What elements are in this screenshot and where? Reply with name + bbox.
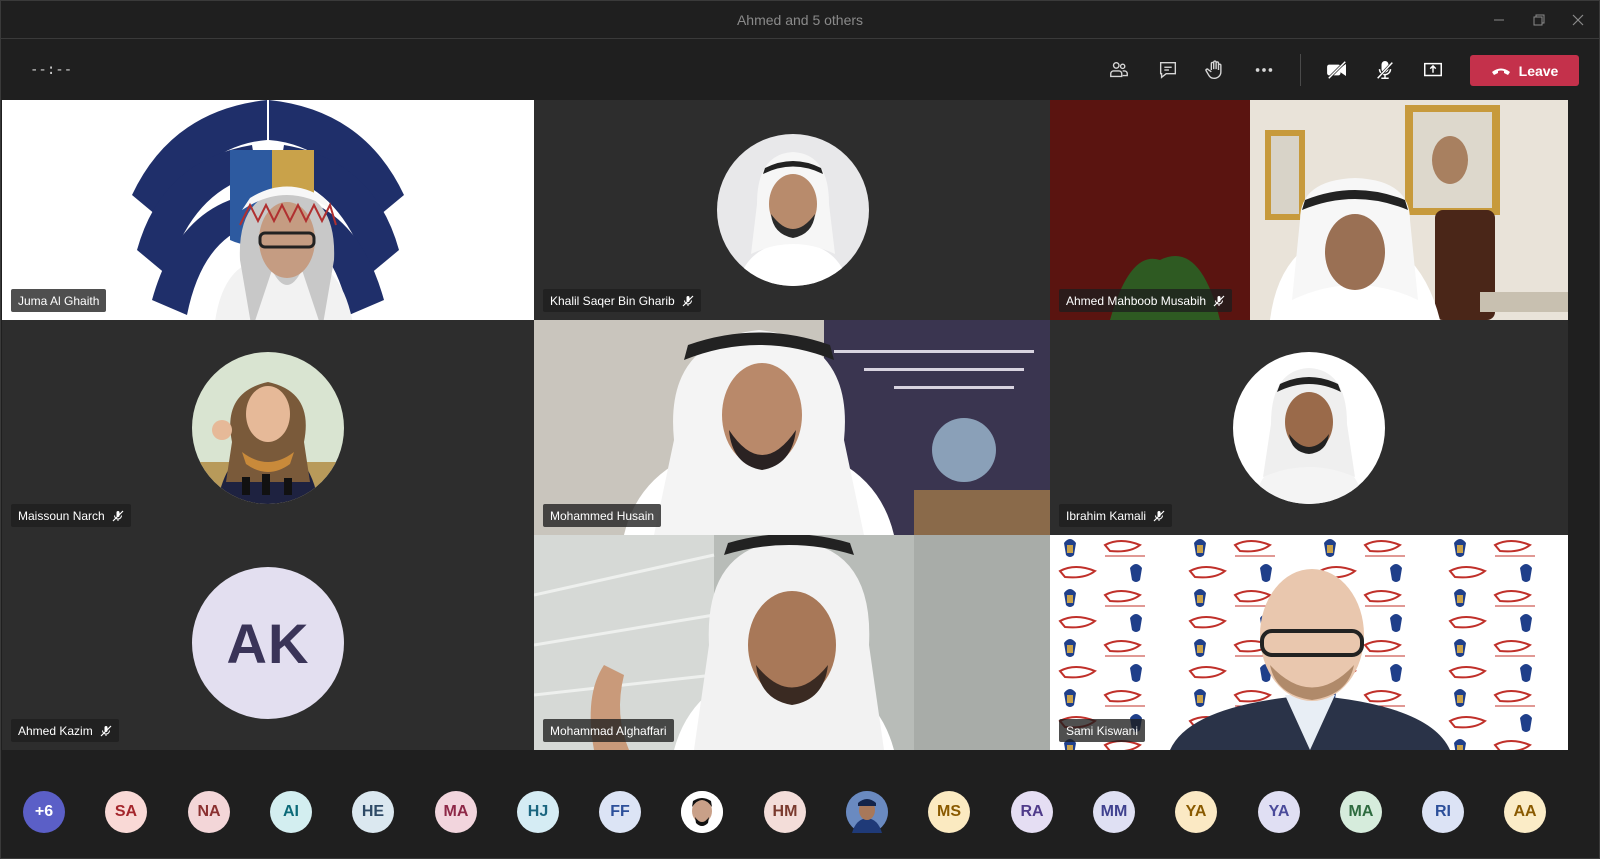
attendee-initials-avatar[interactable]: YA xyxy=(1258,791,1300,833)
participant-name-label: Ahmed Kazim xyxy=(11,719,119,742)
participant-name-label: Mohammed Husain xyxy=(543,504,662,527)
attendee-initials-avatar[interactable]: HM xyxy=(764,791,806,833)
video-tile[interactable]: Mohammad Alghaffari xyxy=(534,535,1050,750)
participant-name-label: Mohammad Alghaffari xyxy=(543,719,674,742)
hang-up-icon xyxy=(1491,68,1510,75)
mic-muted-icon xyxy=(100,725,112,736)
mic-muted-icon xyxy=(682,295,694,306)
attendee-initials-avatar[interactable]: MM xyxy=(1093,791,1135,833)
mic-muted-icon xyxy=(1153,510,1165,521)
participants-icon[interactable] xyxy=(1101,52,1137,88)
attendee-initials-avatar[interactable]: MA xyxy=(435,791,477,833)
video-tile[interactable]: Ahmed Mahboob Musabih xyxy=(1050,100,1568,320)
title-bar: Ahmed and 5 others xyxy=(1,1,1599,39)
mic-muted-icon xyxy=(112,510,124,521)
window-title: Ahmed and 5 others xyxy=(736,12,864,28)
participant-name-label: Juma Al Ghaith xyxy=(11,289,107,312)
meeting-timer: --:-- xyxy=(30,62,73,78)
participant-initials-avatar: AK xyxy=(192,567,344,719)
participant-name: Ahmed Mahboob Musabih xyxy=(1066,293,1207,308)
raise-hand-icon[interactable] xyxy=(1197,52,1233,88)
video-feed-image xyxy=(1050,535,1568,750)
video-grid: Juma Al Ghaith Khalil Saqer Bin Gharib A… xyxy=(2,100,1600,764)
attendee-initials-avatar[interactable]: HE xyxy=(352,791,394,833)
participant-name-label: Maissoun Narch xyxy=(11,504,131,527)
restore-icon[interactable] xyxy=(1524,7,1554,33)
attendee-avatar-photo[interactable] xyxy=(681,791,723,833)
participant-name: Maissoun Narch xyxy=(18,508,105,523)
participant-avatar-photo xyxy=(1233,352,1385,504)
leave-button-label: Leave xyxy=(1518,62,1559,79)
video-tile[interactable]: Mohammed Husain xyxy=(534,320,1050,535)
attendee-initials-avatar[interactable]: NA xyxy=(188,791,230,833)
attendee-initials-avatar[interactable]: MS xyxy=(928,791,970,833)
chat-icon[interactable] xyxy=(1150,52,1186,88)
participant-name: Sami Kiswani xyxy=(1066,723,1139,738)
mic-muted-icon xyxy=(1213,295,1225,306)
more-options-icon[interactable] xyxy=(1246,52,1282,88)
participant-name-label: Ibrahim Kamali xyxy=(1059,504,1173,527)
video-tile[interactable]: Maissoun Narch xyxy=(2,320,534,535)
attendee-initials-avatar[interactable]: SA xyxy=(105,791,147,833)
video-tile[interactable]: Sami Kiswani xyxy=(1050,535,1568,750)
close-icon[interactable] xyxy=(1563,7,1593,33)
attendee-initials-avatar[interactable]: FF xyxy=(599,791,641,833)
participant-name: Ibrahim Kamali xyxy=(1066,508,1147,523)
video-tile[interactable]: AK Ahmed Kazim xyxy=(2,535,534,750)
video-tile[interactable]: Juma Al Ghaith xyxy=(2,100,534,320)
attendee-initials-avatar[interactable]: YA xyxy=(1175,791,1217,833)
participant-avatar-photo xyxy=(192,352,344,504)
mic-muted-icon[interactable] xyxy=(1367,52,1403,88)
camera-off-icon[interactable] xyxy=(1319,52,1355,88)
share-screen-icon[interactable] xyxy=(1415,52,1451,88)
attendee-initials-avatar[interactable]: AA xyxy=(1504,791,1546,833)
participant-avatar-photo xyxy=(717,134,869,286)
attendee-initials-avatar[interactable]: RA xyxy=(1011,791,1053,833)
video-feed-image xyxy=(534,535,1050,750)
video-feed-image xyxy=(534,320,1050,535)
participant-name: Mohammed Husain xyxy=(550,508,655,523)
participant-name: Mohammad Alghaffari xyxy=(550,723,667,738)
participant-name: Juma Al Ghaith xyxy=(18,293,100,308)
video-tile[interactable]: Khalil Saqer Bin Gharib xyxy=(534,100,1050,320)
attendee-strip: +6 SA NA AI HE MA HJ FF HM MS RA MM YA YA MA RI AA xyxy=(1,765,1599,858)
participant-name-label: Khalil Saqer Bin Gharib xyxy=(543,289,701,312)
meeting-toolbar: --:-- Leave xyxy=(1,40,1599,100)
participant-name-label: Ahmed Mahboob Musabih xyxy=(1059,289,1233,312)
minimize-icon[interactable] xyxy=(1484,7,1514,33)
participant-name: Ahmed Kazim xyxy=(18,723,93,738)
video-feed-image xyxy=(2,100,534,320)
attendee-initials-avatar[interactable]: HJ xyxy=(517,791,559,833)
attendee-initials-avatar[interactable]: AI xyxy=(270,791,312,833)
attendee-initials-avatar[interactable]: RI xyxy=(1422,791,1464,833)
video-tile[interactable]: Ibrahim Kamali xyxy=(1050,320,1568,535)
teams-meeting-window: Ahmed and 5 others --:-- Leave Juma Al G… xyxy=(0,0,1600,859)
attendee-initials-avatar[interactable]: MA xyxy=(1340,791,1382,833)
more-participants-button[interactable]: +6 xyxy=(23,791,65,833)
participant-name-label: Sami Kiswani xyxy=(1059,719,1146,742)
attendee-avatar-photo[interactable] xyxy=(846,791,888,833)
video-feed-image xyxy=(1050,100,1568,320)
participant-name: Khalil Saqer Bin Gharib xyxy=(550,293,675,308)
toolbar-divider xyxy=(1300,54,1301,86)
leave-button[interactable]: Leave xyxy=(1470,55,1579,86)
